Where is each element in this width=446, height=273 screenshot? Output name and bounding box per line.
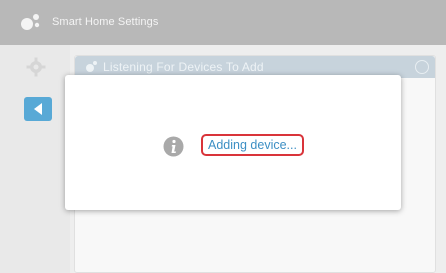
sidebar [0,45,70,273]
title-bar: Smart Home Settings [0,0,446,45]
info-icon [163,136,184,157]
panel-title: Listening For Devices To Add [103,60,264,74]
gear-icon[interactable] [26,57,46,77]
app-title: Smart Home Settings [52,16,159,28]
status-dialog: Adding device... [65,75,401,210]
back-button[interactable] [24,97,52,121]
back-arrow-icon [34,103,42,115]
antenna-icon [84,60,98,74]
smart-home-logo-icon [19,11,41,33]
close-icon[interactable] [415,60,429,74]
status-message: Adding device... [201,134,304,156]
